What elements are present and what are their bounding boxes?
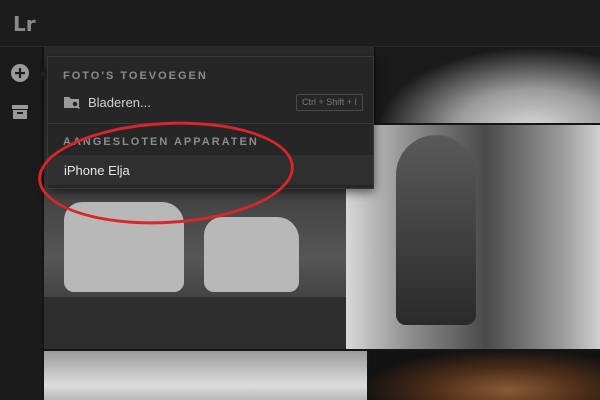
left-rail: [0, 47, 42, 400]
top-bar: Lr: [0, 0, 600, 47]
archive-icon[interactable]: [10, 102, 30, 122]
lightroom-logo[interactable]: Lr: [13, 12, 36, 36]
boot-shape: [204, 217, 299, 292]
shortcut-badge: Ctrl + Shift + I: [295, 94, 363, 111]
photo-thumbnail[interactable]: [369, 351, 600, 400]
photo-thumbnail[interactable]: [346, 125, 600, 349]
folder-search-icon: [64, 97, 81, 110]
person-shape: [396, 135, 476, 325]
photo-thumbnail[interactable]: [376, 47, 600, 123]
add-circle-icon[interactable]: [10, 63, 30, 83]
section-header-add-photos: FOTO'S TOEVOEGEN: [63, 70, 208, 82]
floor-shadow: [44, 297, 374, 349]
browse-menu-item[interactable]: Bladeren... Ctrl + Shift + I: [48, 90, 373, 116]
photo-thumbnail[interactable]: [44, 351, 367, 400]
browse-label: Bladeren...: [88, 95, 151, 110]
